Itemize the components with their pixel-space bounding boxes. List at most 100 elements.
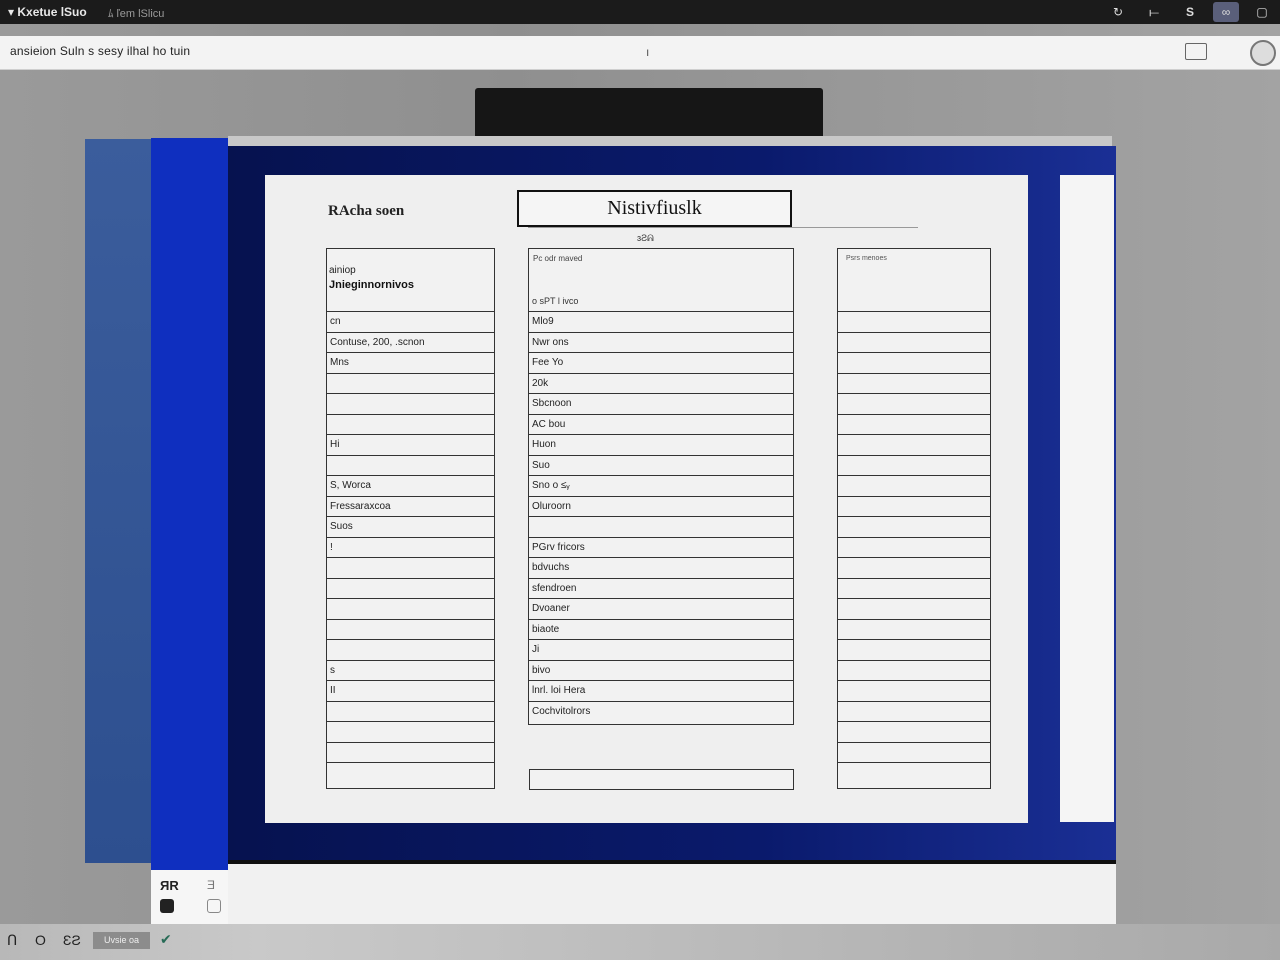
column-right-head: Psrs menoes	[838, 249, 990, 312]
column-middle-footer-field[interactable]	[529, 769, 794, 790]
column-middle-rows: Mlo9 Nwr ons Fee Yo 20k Sbcnoon AC bou Huon Suo…	[529, 312, 793, 722]
table-row: lnrl. loi Hera	[529, 681, 793, 702]
right-panel	[1060, 175, 1114, 822]
window-icon[interactable]: ▢	[1249, 2, 1275, 22]
table-row	[327, 640, 494, 661]
table-row	[529, 517, 793, 538]
check-icon[interactable]: ✔	[160, 931, 172, 948]
table-row: Hi	[327, 435, 494, 456]
column-left-head-line1: ainiop	[329, 265, 356, 276]
table-row	[838, 312, 990, 333]
table-row	[327, 579, 494, 599]
screen-frame	[228, 136, 1112, 146]
table-row: Fressaraxcoa	[327, 497, 494, 517]
table-row	[327, 599, 494, 620]
table-row	[838, 353, 990, 374]
document-page: RAcha soen Nistivfiuslk ɜƧᕱ ainiop Jnieg…	[265, 175, 1028, 823]
box-icon[interactable]	[207, 899, 221, 913]
table-row	[838, 702, 990, 722]
table-row	[838, 763, 990, 784]
table-row	[327, 415, 494, 435]
table-row	[838, 415, 990, 435]
document-title: Nistivfiuslk	[517, 190, 792, 227]
table-row: Contuse, 200, .scnon	[327, 333, 494, 353]
glasses-icon[interactable]: ∞	[1213, 2, 1239, 22]
blue-side-strip	[151, 138, 228, 870]
table-row: Huon	[529, 435, 793, 456]
column-right-head-line1: Psrs menoes	[846, 255, 887, 262]
app-title[interactable]: ▾ Kxetue lSuo	[8, 5, 87, 19]
window-tab[interactable]: ﾑ ľem lSlicu	[108, 5, 164, 21]
side-bottom-panel: ЯR Ǝ	[151, 870, 228, 924]
column-middle: Pc odr maved o sPT l ivco Mlo9 Nwr ons Fee…	[528, 248, 794, 725]
table-row	[838, 476, 990, 497]
table-row: 20k	[529, 374, 793, 394]
s-icon[interactable]: S	[1177, 2, 1203, 22]
back-panel	[85, 139, 155, 863]
table-row: !	[327, 538, 494, 558]
address-toolbar: ansieion Suln s sesy ilhal ho tuin ı	[0, 36, 1280, 70]
address-text[interactable]: ansieion Suln s sesy ilhal ho tuin	[10, 44, 190, 58]
table-row: S, Worca	[327, 476, 494, 497]
table-row	[327, 743, 494, 763]
camera-icon[interactable]	[160, 899, 174, 913]
table-row	[327, 722, 494, 743]
table-row: AC bou	[529, 415, 793, 435]
table-row	[838, 394, 990, 415]
column-middle-head-line1: Pc odr maved	[533, 254, 583, 263]
titlebar-icons: ↻ ⟝ S ∞ ▢	[1100, 0, 1280, 24]
table-row	[327, 394, 494, 415]
table-row	[327, 374, 494, 394]
table-row	[838, 640, 990, 661]
table-row: bdvuchs	[529, 558, 793, 579]
taskbar-item-2[interactable]: O	[35, 932, 46, 948]
document-header: RAcha soen	[328, 203, 405, 219]
window-titlebar: ▾ Kxetue lSuo ﾑ ľem lSlicu ↻ ⟝ S ∞ ▢	[0, 0, 1280, 24]
table-row: s	[327, 661, 494, 681]
table-row: Nwr ons	[529, 333, 793, 353]
table-row	[327, 558, 494, 579]
bottom-bar	[228, 860, 1116, 928]
taskbar-pill[interactable]: Uvsie oa	[93, 932, 150, 949]
taskbar: Ո O ƐƧ Uvsie oa ✔	[0, 924, 1280, 960]
table-row	[327, 763, 494, 784]
table-row	[838, 538, 990, 558]
table-row	[838, 743, 990, 763]
table-row	[327, 620, 494, 640]
table-row: cn	[327, 312, 494, 333]
table-row	[838, 333, 990, 353]
table-row: Oluroorn	[529, 497, 793, 517]
title-rule	[528, 227, 918, 228]
refresh-icon[interactable]: ↻	[1105, 2, 1131, 22]
black-tab	[475, 88, 823, 140]
table-row: Sno o ≤ᵧ	[529, 476, 793, 497]
table-row	[838, 620, 990, 640]
table-row: biaote	[529, 620, 793, 640]
pin-icon[interactable]: ⟝	[1141, 2, 1167, 22]
table-row: Ji	[529, 640, 793, 661]
avatar[interactable]	[1250, 40, 1276, 66]
table-row	[838, 661, 990, 681]
taskbar-item-3[interactable]: ƐƧ	[63, 932, 81, 948]
table-row: Dvoaner	[529, 599, 793, 620]
table-row: sfendroen	[529, 579, 793, 599]
column-left-head: ainiop Jnieginnornivos	[327, 249, 494, 312]
table-row	[838, 599, 990, 620]
table-row: Sbcnoon	[529, 394, 793, 415]
column-left-rows: cn Contuse, 200, .scnon Mns Hi S, Worca Fress…	[327, 312, 494, 784]
column-middle-head: Pc odr maved o sPT l ivco	[529, 249, 793, 312]
table-row: bivo	[529, 661, 793, 681]
text-caret: ı	[646, 45, 650, 59]
table-row	[838, 435, 990, 456]
table-row	[838, 681, 990, 702]
table-row: Mlo9	[529, 312, 793, 333]
table-row	[327, 702, 494, 722]
side-label[interactable]: ЯR	[160, 878, 179, 893]
table-row	[838, 722, 990, 743]
column-right: Psrs menoes	[837, 248, 991, 789]
table-row: Cochvitolrors	[532, 705, 591, 717]
folder-icon[interactable]	[1185, 43, 1207, 60]
side-label-secondary[interactable]: Ǝ	[207, 878, 215, 892]
column-middle-head-line2: o sPT l ivco	[532, 296, 579, 306]
taskbar-item-1[interactable]: Ո	[7, 932, 17, 949]
